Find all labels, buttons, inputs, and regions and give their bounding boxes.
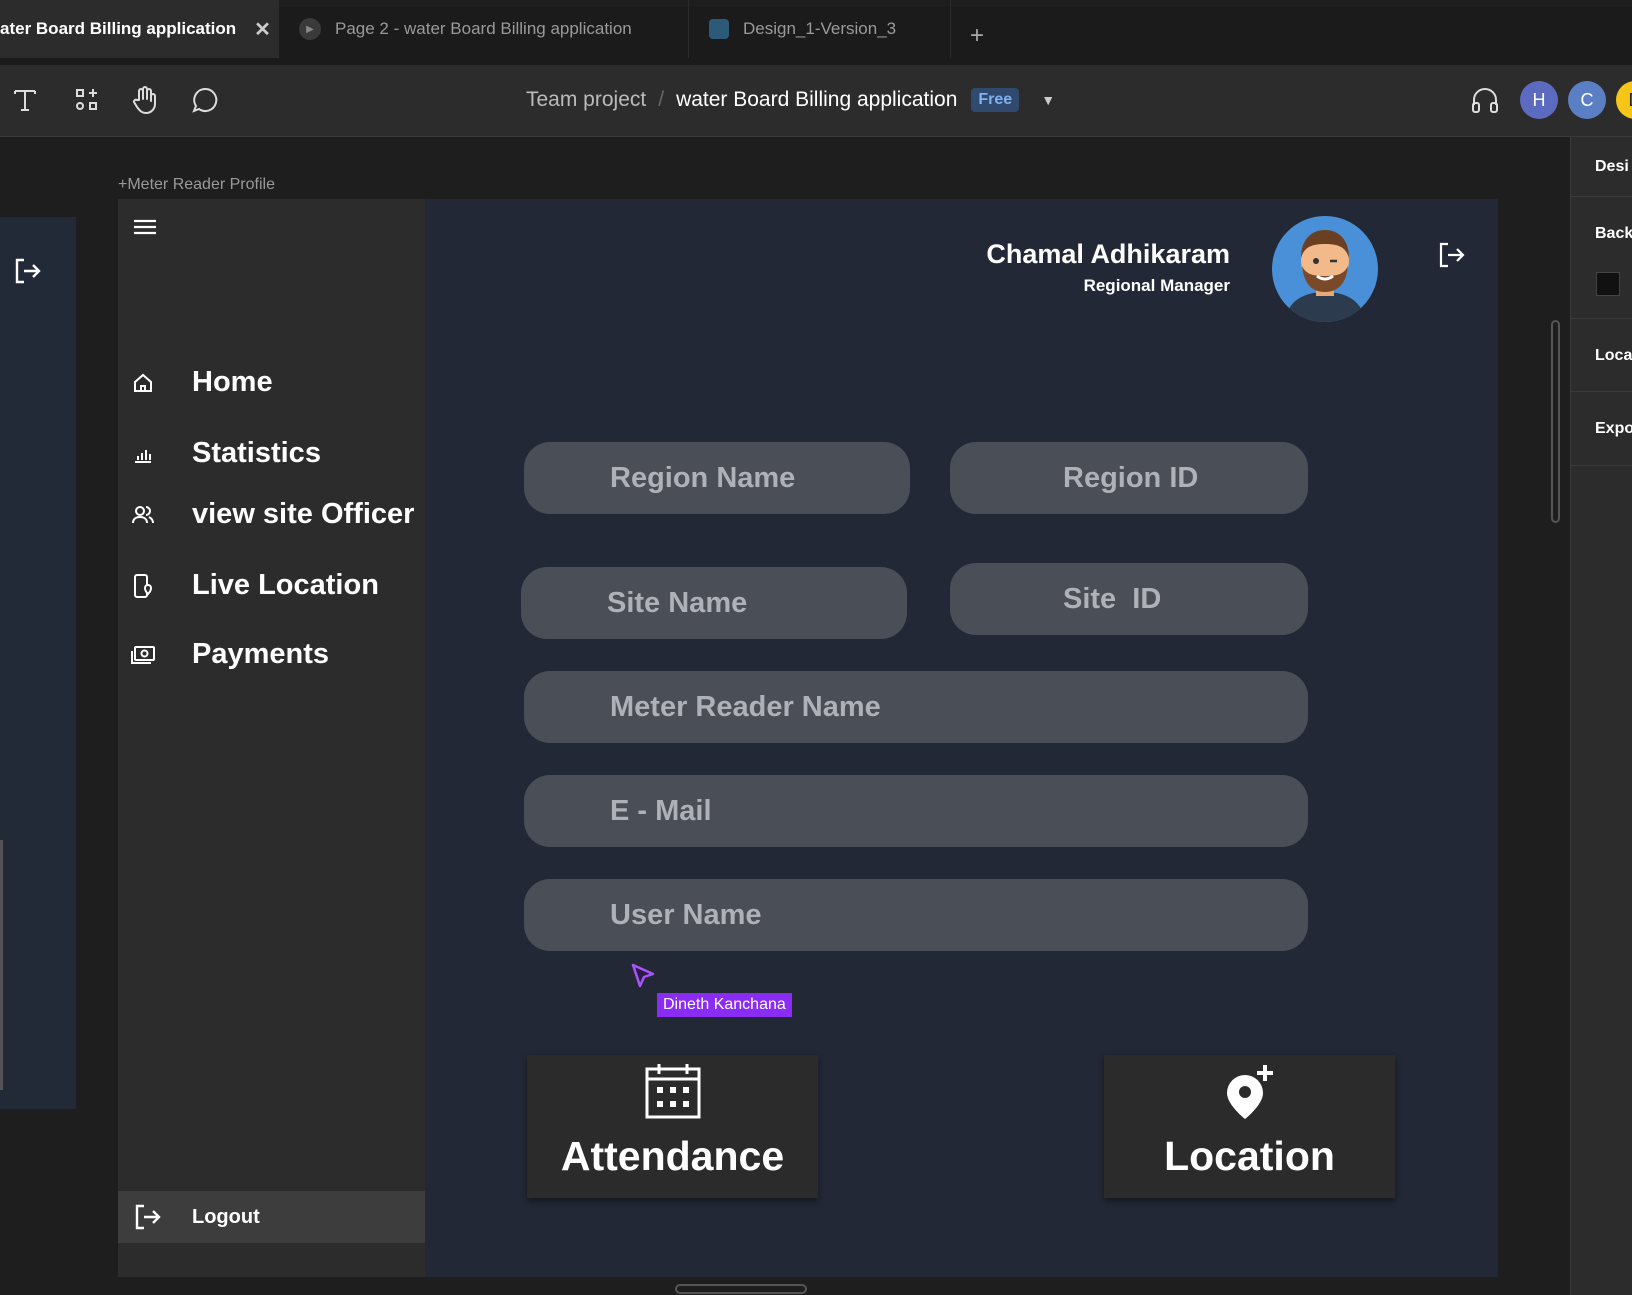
profile-name: Chamal Adhikaram [986,239,1230,269]
divider [1571,465,1632,466]
right-panel [1570,137,1632,1295]
region-id-field[interactable]: Region ID [950,442,1308,514]
breadcrumb-file[interactable]: water Board Billing application [676,88,957,112]
attendance-label: Attendance [560,1133,785,1179]
file-icon [709,19,729,39]
avatar-initial: H [1532,89,1546,110]
attendance-button[interactable]: Attendance [527,1055,818,1198]
tab-label: Page 2 - water Board Billing application [335,19,632,38]
breadcrumb-separator: / [658,88,665,111]
calendar-icon [643,1061,703,1121]
vertical-scrollbar[interactable] [1551,320,1560,523]
background-color-swatch[interactable] [1596,272,1620,296]
adjacent-frame-edge [0,840,3,1090]
email-field[interactable]: E - Mail [524,775,1308,847]
plan-badge: Free [971,88,1020,112]
location-button[interactable]: Location [1104,1055,1395,1198]
users-icon [128,500,158,530]
breadcrumb: Team project / water Board Billing appli… [526,83,1055,117]
background-section-label: Back [1595,225,1632,242]
divider [1571,391,1632,392]
sidebar-item-home[interactable]: Home [128,366,273,399]
logout-icon [132,1202,162,1232]
frame-label[interactable]: +Meter Reader Profile [118,176,275,194]
sidebar-item-view-site-officer[interactable]: view site Officer [128,498,414,531]
collaborator-cursor-label: Dineth Kanchana [657,993,792,1017]
play-icon: ▶ [299,18,321,40]
sidebar-item-statistics[interactable]: Statistics [128,437,321,470]
comment-tool-icon[interactable] [188,83,222,117]
sidebar-item-label: Home [192,366,273,398]
logout-icon [12,256,42,291]
bar-chart-icon [128,439,158,469]
tab-page-2[interactable]: ▶ Page 2 - water Board Billing applicati… [279,0,689,58]
export-section-label[interactable]: Expo [1595,420,1632,438]
user-name-field[interactable]: User Name [524,879,1308,951]
money-icon [128,640,158,670]
avatar-initial: C [1580,89,1594,110]
sidebar-item-label: Live Location [192,569,379,601]
phone-location-icon [128,571,158,601]
logout-icon[interactable] [1436,240,1466,275]
headphones-icon[interactable] [1468,83,1502,117]
collaborator-avatar-c[interactable]: C [1568,81,1606,119]
tab-design-version[interactable]: Design_1-Version_3 [689,0,951,58]
tab-label: ater Board Billing application [0,19,237,38]
site-name-field[interactable]: Site Name [521,567,907,639]
location-label: Location [1164,1133,1335,1179]
divider [1571,318,1632,319]
sidebar [118,199,425,1277]
local-section-label: Loca [1595,347,1632,364]
sidebar-item-label: view site Officer [192,498,415,530]
sidebar-item-label: Payments [192,638,330,670]
adjacent-frame [0,217,76,1109]
cursor-icon [631,963,655,994]
avatar-initial: D [1629,90,1632,111]
hand-tool-icon[interactable] [128,83,162,117]
tab-water-board[interactable]: ater Board Billing application ✕ [0,0,279,58]
logout-button[interactable]: Logout [118,1191,425,1243]
region-name-field[interactable]: Region Name [524,442,910,514]
horizontal-scrollbar[interactable] [675,1284,807,1294]
new-tab-button[interactable]: + [962,7,992,65]
tab-label: Design_1-Version_3 [743,19,897,38]
divider [1571,196,1632,197]
sidebar-item-live-location[interactable]: Live Location [128,569,379,602]
components-tool-icon[interactable] [70,83,104,117]
logout-label: Logout [192,1205,260,1228]
design-tab[interactable]: Desi [1595,158,1629,176]
meter-reader-name-field[interactable]: Meter Reader Name [524,671,1308,743]
chevron-down-icon[interactable]: ▼ [1041,92,1055,108]
close-icon[interactable]: ✕ [254,17,271,42]
site-id-field[interactable]: Site ID [950,563,1308,635]
text-tool-icon[interactable] [8,83,42,117]
sidebar-item-payments[interactable]: Payments [128,638,329,671]
breadcrumb-team[interactable]: Team project [526,88,646,112]
avatar [1272,216,1378,322]
sidebar-item-label: Statistics [192,437,321,469]
add-location-icon [1223,1063,1277,1121]
home-icon [128,368,158,398]
collaborator-avatar-h[interactable]: H [1520,81,1558,119]
profile-role: Regional Manager [1083,276,1230,295]
hamburger-menu-icon[interactable] [132,216,158,243]
